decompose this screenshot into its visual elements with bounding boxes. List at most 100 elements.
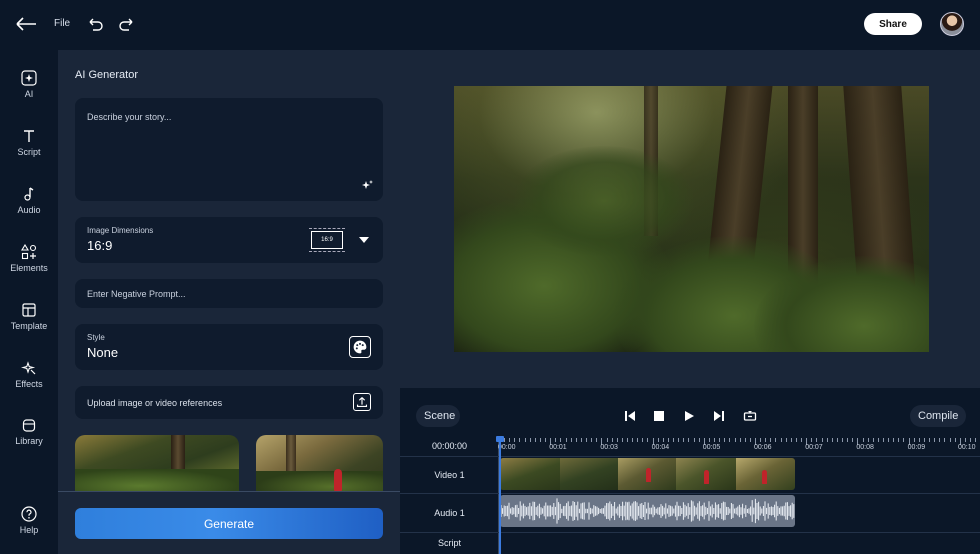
sidebar-item-label: Template — [10, 321, 48, 331]
ruler-tick — [852, 438, 854, 442]
sidebar-item-audio[interactable]: Audio — [0, 186, 58, 226]
ruler-tick — [862, 438, 864, 442]
ruler-tick — [867, 438, 869, 442]
ruler-tick — [657, 438, 659, 442]
stop-icon[interactable] — [652, 409, 666, 423]
sidebar-item-script[interactable]: Script — [0, 128, 58, 168]
ruler-tick — [575, 438, 577, 442]
clip-frame — [618, 458, 676, 490]
image-dimensions-select[interactable]: Image Dimensions 16:9 16:9 — [75, 217, 383, 263]
file-menu[interactable]: File — [54, 18, 70, 29]
sidebar-item-library[interactable]: Library — [0, 417, 58, 457]
ruler-tick — [534, 438, 536, 442]
upload-icon[interactable] — [353, 393, 371, 411]
audio-clip[interactable] — [500, 495, 795, 527]
ruler-tick — [580, 438, 582, 442]
share-button[interactable]: Share — [864, 13, 922, 35]
playback-controls: Scene Compile — [400, 388, 980, 436]
redo-icon[interactable] — [118, 15, 136, 33]
help-icon — [21, 506, 37, 522]
upload-references-button[interactable]: Upload image or video references — [75, 386, 383, 419]
sidebar-item-template[interactable]: Template — [0, 302, 58, 342]
back-arrow-icon[interactable] — [14, 13, 38, 35]
sidebar-item-label: Script — [17, 147, 41, 157]
clip-frame — [676, 458, 736, 490]
palette-icon[interactable] — [349, 336, 371, 358]
ruler-tick — [560, 438, 562, 442]
ruler-tick — [934, 438, 936, 442]
skip-forward-icon[interactable] — [712, 409, 726, 423]
ruler-tick — [627, 438, 628, 442]
ruler-tick — [647, 438, 649, 442]
playhead[interactable] — [496, 436, 504, 554]
divider — [400, 456, 980, 457]
style-select[interactable]: Style None — [75, 324, 383, 370]
ruler-tick — [632, 438, 634, 442]
ruler-tick — [539, 438, 541, 442]
ruler-tick — [842, 438, 844, 442]
sparkle-icon[interactable] — [361, 179, 373, 191]
play-icon[interactable] — [682, 409, 696, 423]
ruler-tick — [760, 438, 762, 442]
library-icon — [22, 419, 36, 432]
sidebar-item-label: Help — [19, 525, 39, 535]
ruler-tick — [524, 438, 526, 442]
ruler-tick — [611, 438, 613, 442]
ruler-tick-label: 00:03 — [600, 444, 618, 451]
video-clip[interactable] — [500, 458, 795, 490]
ruler-tick — [739, 438, 741, 442]
track-label-video: Video 1 — [434, 470, 465, 480]
dimensions-label: Image Dimensions — [87, 226, 154, 235]
preview-area — [400, 50, 980, 388]
clip-frame — [500, 458, 560, 490]
ruler-tick — [565, 438, 567, 442]
aspect-ratio-badge: 16:9 — [309, 228, 345, 252]
ruler-tick — [555, 438, 557, 442]
video-preview[interactable] — [454, 86, 929, 352]
compile-button[interactable]: Compile — [910, 405, 966, 427]
ruler-tick — [964, 438, 966, 442]
scene-button[interactable]: Scene — [416, 405, 460, 427]
red-figure — [646, 468, 651, 482]
ruler-tick — [744, 438, 746, 442]
sidebar-item-label: Effects — [15, 379, 43, 389]
ruler-tick — [683, 438, 685, 442]
ruler-tick — [831, 438, 833, 442]
ruler-tick — [883, 438, 884, 442]
ruler-tick — [529, 438, 531, 442]
ruler-tick — [519, 438, 521, 442]
story-input[interactable]: Describe your story... — [75, 98, 383, 201]
ruler-tick-label: 00:07 — [805, 444, 823, 451]
ruler-tick — [606, 438, 608, 442]
ruler-tick — [734, 438, 736, 442]
undo-icon[interactable] — [86, 15, 104, 33]
reference-thumbnail[interactable] — [75, 435, 239, 497]
fern-foliage — [514, 146, 694, 256]
sidebar-item-ai[interactable]: AI — [0, 70, 58, 110]
text-icon — [24, 130, 34, 142]
ruler-tick — [918, 438, 920, 442]
negative-prompt-input[interactable]: Enter Negative Prompt... — [75, 279, 383, 308]
ruler-tick — [714, 438, 716, 442]
sidebar-item-effects[interactable]: Effects — [0, 360, 58, 400]
generate-button[interactable]: Generate — [75, 508, 383, 539]
avatar[interactable] — [940, 12, 964, 36]
time-ruler[interactable]: 00:00 00:01 00:03 00:04 00:05 00:06 00:07 00:08… — [498, 436, 980, 454]
chevron-down-icon[interactable] — [359, 237, 369, 243]
loop-icon[interactable] — [743, 409, 757, 423]
ruler-tick — [970, 438, 972, 442]
ruler-tick — [719, 438, 721, 442]
skip-back-icon[interactable] — [623, 409, 637, 423]
sidebar-item-label: Audio — [17, 205, 41, 215]
ruler-tick — [729, 438, 731, 442]
ruler-tick — [954, 438, 956, 442]
reference-thumbnail[interactable] — [256, 435, 383, 497]
ruler-tick — [816, 438, 818, 442]
ruler-tick — [545, 438, 547, 442]
ruler-tick — [570, 438, 572, 442]
ruler-tick — [621, 438, 623, 442]
sidebar-item-help[interactable]: Help — [0, 506, 58, 546]
ruler-tick-label: 00:10 — [958, 444, 976, 451]
ruler-tick — [975, 438, 977, 442]
sidebar-item-elements[interactable]: Elements — [0, 244, 58, 284]
